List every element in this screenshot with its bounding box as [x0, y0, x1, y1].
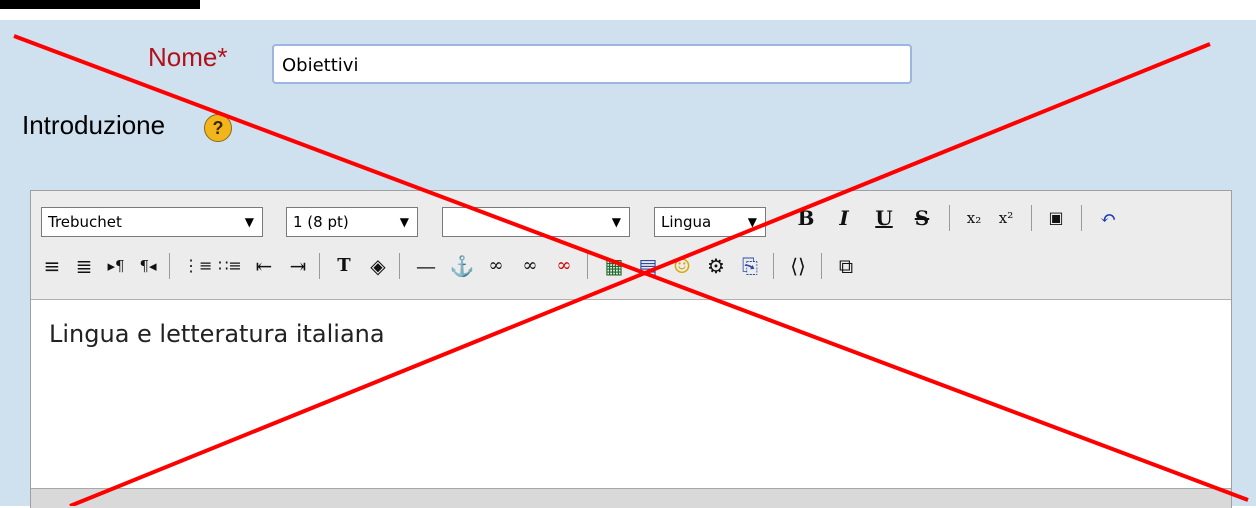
search-replace-icon[interactable]: ⎘ [737, 253, 763, 279]
editor-statusbar [31, 488, 1231, 508]
editor-content-area[interactable]: Lingua e letteratura italiana [31, 300, 1231, 488]
toolbar-separator [169, 253, 170, 279]
ordered-list-icon[interactable]: ⋮≡ [183, 253, 212, 279]
intro-label: Introduzione [22, 110, 166, 140]
font-family-value: Trebuchet [48, 213, 122, 231]
text-color-icon[interactable]: T [331, 253, 357, 279]
special-char-icon[interactable]: ⚙ [703, 253, 729, 279]
toolbar-separator [1081, 205, 1082, 231]
outdent-icon[interactable]: ⇤ [251, 253, 277, 279]
align-center-icon[interactable]: ≣ [71, 253, 97, 279]
toolbar-separator [319, 253, 320, 279]
rtl-icon[interactable]: ¶◂ [135, 253, 161, 279]
chevron-down-icon: ▼ [611, 215, 621, 229]
chevron-down-icon: ▼ [244, 215, 254, 229]
background-color-icon[interactable]: ◈ [365, 253, 391, 279]
language-select[interactable]: Lingua ▼ [654, 207, 766, 237]
horizontal-rule-icon[interactable]: — [413, 253, 439, 279]
table-icon[interactable]: ▤ [635, 253, 661, 279]
html-source-icon[interactable]: ⟨⟩ [785, 253, 811, 279]
undo-icon[interactable]: ↶ [1095, 205, 1121, 231]
toolbar-separator [821, 253, 822, 279]
underline-icon[interactable]: U [871, 205, 897, 231]
superscript-icon[interactable]: x² [993, 205, 1019, 231]
unlink-icon[interactable]: ∞ [517, 253, 543, 279]
font-family-select[interactable]: Trebuchet ▼ [41, 207, 263, 237]
link-icon[interactable]: ∞ [483, 253, 509, 279]
editor-content-text: Lingua e letteratura italiana [49, 320, 385, 348]
italic-icon[interactable]: I [831, 205, 857, 231]
top-black-bar [0, 0, 200, 9]
align-left-icon[interactable]: ≡ [39, 253, 65, 279]
name-input[interactable]: Obiettivi [272, 44, 912, 84]
indent-icon[interactable]: ⇥ [285, 253, 311, 279]
anchor-icon[interactable]: ⚓ [449, 253, 475, 279]
smiley-icon[interactable]: ☺ [669, 253, 695, 279]
fullscreen-icon[interactable]: ⧉ [833, 253, 859, 279]
editor-toolbar: Trebuchet ▼ 1 (8 pt) ▼ ▼ Lingua ▼ B I U … [31, 191, 1231, 300]
paste-word-icon[interactable]: ▣ [1043, 205, 1069, 231]
chevron-down-icon: ▼ [399, 215, 409, 229]
format-select[interactable]: ▼ [442, 207, 630, 237]
toolbar-separator [1031, 205, 1032, 231]
font-size-select[interactable]: 1 (8 pt) ▼ [286, 207, 418, 237]
ltr-icon[interactable]: ▸¶ [103, 253, 129, 279]
font-size-value: 1 (8 pt) [293, 213, 349, 231]
name-label: Nome* [148, 42, 228, 72]
subscript-icon[interactable]: x₂ [961, 205, 987, 231]
image-icon[interactable]: ▦ [601, 253, 627, 279]
toolbar-separator [773, 253, 774, 279]
bold-icon[interactable]: B [793, 205, 819, 231]
toolbar-separator [949, 205, 950, 231]
language-value: Lingua [661, 213, 712, 231]
toolbar-separator [587, 253, 588, 279]
help-icon[interactable]: ? [204, 114, 232, 142]
toolbar-separator [399, 253, 400, 279]
chevron-down-icon: ▼ [747, 215, 757, 229]
nolink-icon[interactable]: ∞ [551, 253, 577, 279]
unordered-list-icon[interactable]: ∷≡ [217, 253, 243, 279]
strikethrough-icon[interactable]: S [909, 205, 935, 231]
html-editor: Trebuchet ▼ 1 (8 pt) ▼ ▼ Lingua ▼ B I U … [30, 190, 1232, 508]
